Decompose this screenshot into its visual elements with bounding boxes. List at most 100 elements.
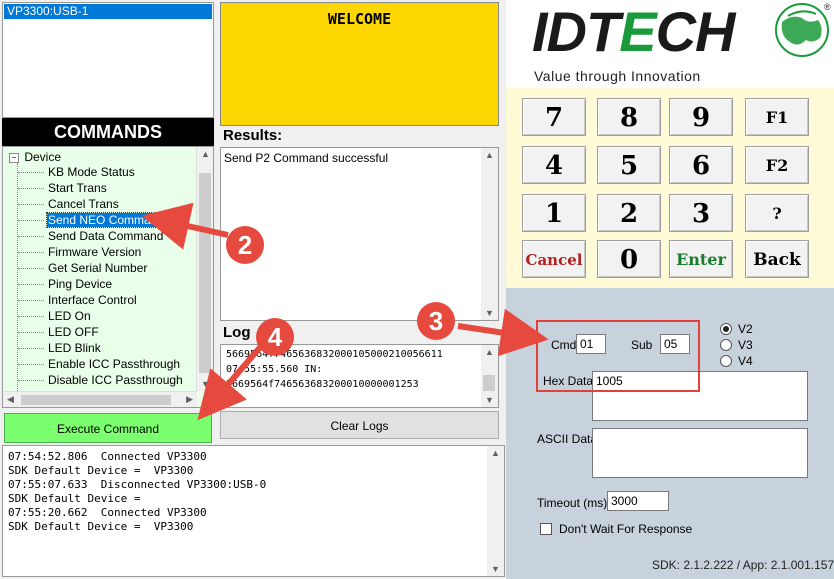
tree-guide-line [18,348,44,349]
tree-guide-line [18,300,44,301]
tree-guide-line [18,204,44,205]
tree-item[interactable]: Send NEO Command [45,212,167,228]
logo-text-ch: CH [655,0,736,63]
keypad-key-8[interactable]: 8 [597,98,661,136]
tree-item[interactable]: Start Trans [47,181,108,195]
logs-scrollbar[interactable]: ▲ ▼ [481,345,498,407]
tree-item[interactable]: Cancel Trans [47,197,120,211]
tree-item[interactable]: Get Serial Number [47,261,148,275]
tree-item[interactable]: KB Mode Status [47,165,136,179]
logo-text-e: E [619,0,656,63]
dont-wait-label: Don't Wait For Response [559,522,693,536]
keypad-key-5[interactable]: 5 [597,146,661,184]
tree-guide-line [18,332,44,333]
annotation-badge-3: 3 [417,302,455,340]
tree-horizontal-scrollbar[interactable]: ◀ ▶ [3,391,197,407]
keypad-key-f1[interactable]: F1 [745,98,809,136]
results-textbox[interactable]: Send P2 Command successful ▲ ▼ [220,147,499,321]
console-line: 07:55:20.662 Connected VP3300 [8,506,207,519]
console-line: SDK Default Device = VP3300 [8,464,194,477]
tree-guide-line [18,172,44,173]
tree-guide-line [18,316,44,317]
logs-label: Log [223,324,251,341]
scroll-down-icon[interactable]: ▼ [485,395,494,405]
scroll-up-icon[interactable]: ▲ [491,448,500,458]
annotation-badge-4: 4 [256,318,294,356]
scroll-up-icon[interactable]: ▲ [201,149,210,159]
scroll-left-icon[interactable]: ◀ [7,394,14,405]
ascii-data-input[interactable] [592,428,808,478]
radio-v4[interactable] [720,355,732,367]
tree-guide-line [18,220,44,221]
collapse-icon[interactable]: − [9,152,19,163]
scroll-down-icon[interactable]: ▼ [201,379,210,389]
tree-guide-line [17,163,18,393]
keypad-key-back[interactable]: Back [745,240,809,278]
scroll-up-icon[interactable]: ▲ [485,150,494,160]
radio-v2-label: V2 [738,322,753,336]
tree-guide-line [18,364,44,365]
tree-item[interactable]: LED On [47,309,92,323]
device-list-item[interactable]: VP3300:USB-1 [4,4,212,19]
tree-root-label: Device [24,150,62,164]
results-text: Send P2 Command successful [224,151,389,165]
tree-item[interactable]: Enable ICC Passthrough [47,357,181,371]
idtech-logo: IDTECH [532,0,736,63]
scroll-up-icon[interactable]: ▲ [485,347,494,357]
execute-command-button[interactable]: Execute Command [4,413,212,443]
tree-guide-line [18,268,44,269]
radio-v3[interactable] [720,339,732,351]
scroll-thumb[interactable] [199,173,211,373]
tree-guide-line [18,380,44,381]
keypad-key-2[interactable]: 2 [597,194,661,232]
dont-wait-checkbox[interactable] [540,523,552,535]
tree-guide-line [18,188,44,189]
console-line: 07:54:52.806 Connected VP3300 [8,450,207,463]
globe-icon: ® [775,2,831,57]
console-output[interactable]: 07:54:52.806 Connected VP3300 SDK Default… [2,445,505,577]
radio-v4-label: V4 [738,354,753,368]
ascii-data-label: ASCII Data [537,432,598,446]
keypad-key-question[interactable]: ? [745,194,809,232]
scroll-thumb[interactable] [483,375,495,391]
console-scrollbar[interactable]: ▲ ▼ [487,446,504,576]
tree-vertical-scrollbar[interactable]: ▲ ▼ [196,147,213,391]
tree-item[interactable]: LED OFF [47,325,100,339]
keypad-key-f2[interactable]: F2 [745,146,809,184]
tree-guide-line [18,284,44,285]
logs-textbox[interactable]: 5669564f7465636832000105000210056611 07:5… [220,344,499,408]
tree-item[interactable]: Interface Control [47,293,138,307]
scroll-thumb[interactable] [21,395,171,405]
device-list[interactable]: VP3300:USB-1 [2,2,214,118]
keypad-key-6[interactable]: 6 [669,146,733,184]
commands-header: COMMANDS [2,118,214,146]
keypad-key-cancel[interactable]: Cancel [522,240,586,278]
keypad-key-enter[interactable]: Enter [669,240,733,278]
log-line: 5669564f746563683200010000001253 [226,379,419,390]
scroll-down-icon[interactable]: ▼ [491,564,500,574]
tree-item[interactable]: Firmware Version [47,245,142,259]
keypad-key-4[interactable]: 4 [522,146,586,184]
keypad-key-7[interactable]: 7 [522,98,586,136]
keypad-key-1[interactable]: 1 [522,194,586,232]
registered-mark: ® [824,2,831,12]
scroll-down-icon[interactable]: ▼ [485,308,494,318]
results-scrollbar[interactable]: ▲ ▼ [481,148,498,320]
console-line: 07:55:07.633 Disconnected VP3300:USB-0 [8,478,267,491]
keypad-key-3[interactable]: 3 [669,194,733,232]
tree-guide-line [18,252,44,253]
tree-item[interactable]: Ping Device [47,277,113,291]
timeout-label: Timeout (ms) [537,496,608,510]
keypad-key-9[interactable]: 9 [669,98,733,136]
tree-root-device[interactable]: − Device [9,150,61,164]
radio-v2[interactable] [720,323,732,335]
sdk-version: SDK: 2.1.2.222 / App: 2.1.001.157 [652,558,834,572]
timeout-input[interactable]: 3000 [607,491,669,511]
tree-item[interactable]: LED Blink [47,341,102,355]
scroll-right-icon[interactable]: ▶ [186,394,193,405]
keypad-key-0[interactable]: 0 [597,240,661,278]
tree-item[interactable]: Send Data Command [47,229,164,243]
command-tree[interactable]: − Device KB Mode Status Start Trans Cancel… [2,146,214,408]
tree-item[interactable]: Disable ICC Passthrough [47,373,184,387]
clear-logs-button[interactable]: Clear Logs [220,411,499,439]
